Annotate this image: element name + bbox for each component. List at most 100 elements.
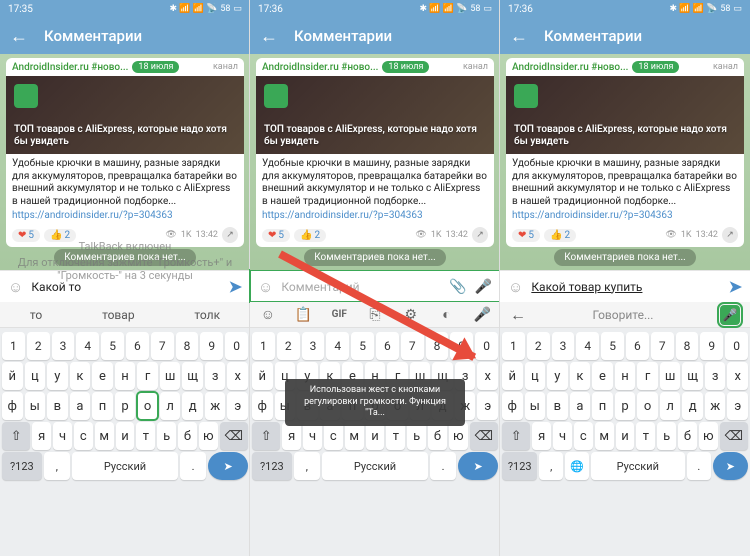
key-ф[interactable]: ф — [252, 392, 273, 420]
key-з[interactable]: з — [705, 362, 726, 390]
key-ь[interactable]: ь — [407, 422, 426, 450]
key-ф[interactable]: ф — [2, 392, 23, 420]
key-4[interactable]: 4 — [576, 332, 599, 360]
key-д[interactable]: д — [182, 392, 203, 420]
key-ю[interactable]: ю — [449, 422, 468, 450]
key-б[interactable]: б — [178, 422, 197, 450]
post-card[interactable]: AndroidInsider.ru #ново...18 июляканал Т… — [506, 58, 744, 247]
key-shift[interactable]: ⇧ — [252, 422, 280, 450]
key-г[interactable]: г — [637, 362, 658, 390]
key-9[interactable]: 9 — [700, 332, 723, 360]
key-я[interactable]: я — [32, 422, 51, 450]
key-й[interactable]: й — [2, 362, 23, 390]
emoji-icon[interactable]: ☺ — [8, 278, 23, 296]
key-0[interactable]: 0 — [225, 332, 248, 360]
key-к[interactable]: к — [570, 362, 591, 390]
key-6[interactable]: 6 — [626, 332, 649, 360]
key-7[interactable]: 7 — [151, 332, 174, 360]
key-ц[interactable]: ц — [525, 362, 546, 390]
key-т[interactable]: т — [636, 422, 655, 450]
key-з[interactable]: з — [205, 362, 226, 390]
key-3[interactable]: 3 — [302, 332, 325, 360]
key-backspace[interactable]: ⌫ — [720, 422, 748, 450]
voice-back-icon[interactable]: ← — [510, 305, 526, 325]
key-м[interactable]: м — [95, 422, 114, 450]
suggestion[interactable]: толк — [186, 308, 228, 322]
key-и[interactable]: и — [616, 422, 635, 450]
sticker-icon[interactable]: ☺ — [250, 306, 286, 323]
share-icon[interactable]: ↗ — [472, 227, 488, 243]
key-а[interactable]: а — [70, 392, 91, 420]
key-3[interactable]: 3 — [52, 332, 75, 360]
emoji-icon[interactable]: ☺ — [508, 278, 523, 296]
key-6[interactable]: 6 — [126, 332, 149, 360]
key-х[interactable]: х — [227, 362, 248, 390]
key-щ[interactable]: щ — [182, 362, 203, 390]
key-д[interactable]: д — [682, 392, 703, 420]
key-ь[interactable]: ь — [157, 422, 176, 450]
key-м[interactable]: м — [595, 422, 614, 450]
key-0[interactable]: 0 — [725, 332, 748, 360]
reaction-heart[interactable]: ❤5 — [262, 229, 290, 242]
key-1[interactable]: 1 — [502, 332, 525, 360]
key-с[interactable]: с — [574, 422, 593, 450]
key-ю[interactable]: ю — [199, 422, 218, 450]
key-э[interactable]: э — [727, 392, 748, 420]
send-icon[interactable]: ➤ — [729, 277, 742, 296]
key-х[interactable]: х — [477, 362, 498, 390]
key-о[interactable]: о — [637, 392, 658, 420]
key-й[interactable]: й — [252, 362, 273, 390]
back-icon[interactable]: ← — [510, 26, 528, 47]
post-card[interactable]: AndroidInsider.ru #ново... 18 июля канал… — [6, 58, 244, 247]
key-и[interactable]: и — [366, 422, 385, 450]
send-icon[interactable]: ➤ — [229, 277, 242, 296]
key-5[interactable]: 5 — [101, 332, 124, 360]
reaction-heart[interactable]: ❤5 — [12, 229, 40, 242]
key-dot[interactable]: . — [180, 452, 206, 480]
suggestion[interactable]: товар — [94, 308, 143, 322]
mic-icon[interactable]: 🎤 — [475, 279, 492, 295]
key-1[interactable]: 1 — [252, 332, 275, 360]
suggestion[interactable]: то — [22, 308, 50, 322]
key-л[interactable]: л — [160, 392, 181, 420]
key-5[interactable]: 5 — [601, 332, 624, 360]
key-7[interactable]: 7 — [401, 332, 424, 360]
reaction-thumb[interactable]: 👍2 — [294, 229, 326, 242]
key-э[interactable]: э — [227, 392, 248, 420]
back-icon[interactable]: ← — [10, 26, 28, 47]
key-ш[interactable]: ш — [160, 362, 181, 390]
key-2[interactable]: 2 — [277, 332, 300, 360]
key-т[interactable]: т — [136, 422, 155, 450]
key-о[interactable]: о — [137, 392, 158, 420]
post-card[interactable]: AndroidInsider.ru #ново...18 июляканал Т… — [256, 58, 494, 247]
key-щ[interactable]: щ — [682, 362, 703, 390]
key-у[interactable]: у — [47, 362, 68, 390]
key-и[interactable]: и — [116, 422, 135, 450]
key-9[interactable]: 9 — [200, 332, 223, 360]
key-backspace[interactable]: ⌫ — [220, 422, 248, 450]
key-ш[interactable]: ш — [660, 362, 681, 390]
share-icon[interactable]: ↗ — [222, 227, 238, 243]
key-я[interactable]: я — [532, 422, 551, 450]
key-shift[interactable]: ⇧ — [2, 422, 30, 450]
key-ь[interactable]: ь — [657, 422, 676, 450]
key-ч[interactable]: ч — [53, 422, 72, 450]
key-ю[interactable]: ю — [699, 422, 718, 450]
key-б[interactable]: б — [428, 422, 447, 450]
channel-name[interactable]: AndroidInsider.ru #ново... — [12, 62, 128, 73]
key-й[interactable]: й — [502, 362, 523, 390]
voice-mic-button[interactable]: 🎤 — [720, 305, 740, 325]
key-ч[interactable]: ч — [553, 422, 572, 450]
key-5[interactable]: 5 — [351, 332, 374, 360]
key-в[interactable]: в — [47, 392, 68, 420]
key-э[interactable]: э — [477, 392, 498, 420]
key-ж[interactable]: ж — [205, 392, 226, 420]
post-image[interactable]: ТОП товаров с AliExpress, которые надо х… — [6, 76, 244, 154]
key-2[interactable]: 2 — [27, 332, 50, 360]
key-я[interactable]: я — [282, 422, 301, 450]
key-е[interactable]: е — [592, 362, 613, 390]
key-б[interactable]: б — [678, 422, 697, 450]
key-1[interactable]: 1 — [2, 332, 25, 360]
clipboard-icon[interactable]: 📋 — [286, 307, 322, 323]
key-н[interactable]: н — [115, 362, 136, 390]
